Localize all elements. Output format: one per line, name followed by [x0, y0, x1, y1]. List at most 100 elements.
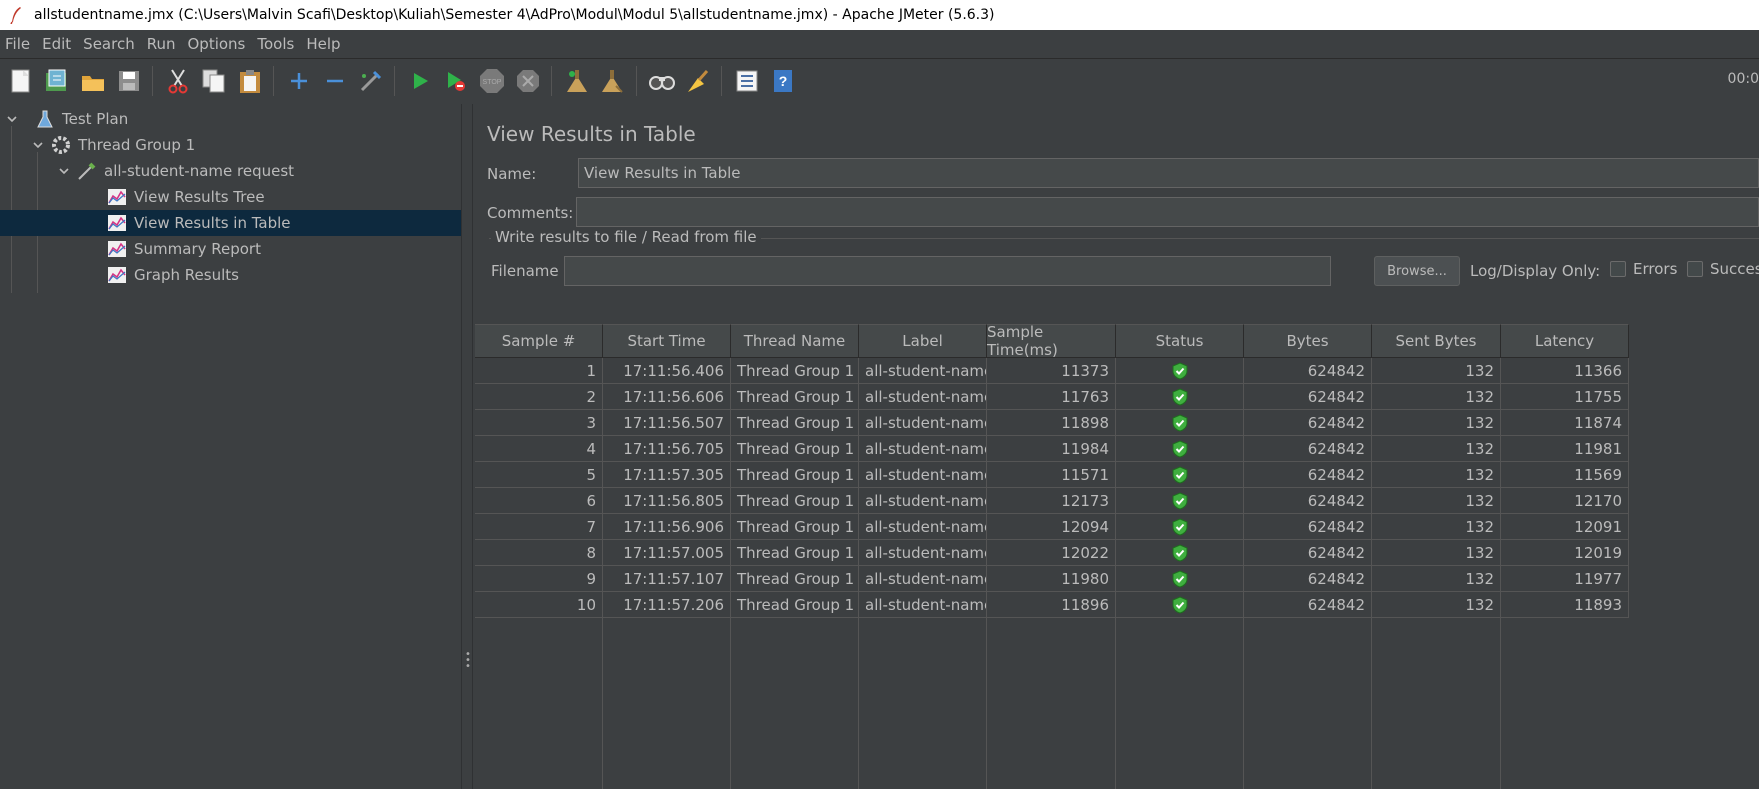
table-cell: Thread Group 1 ... — [731, 488, 859, 514]
table-cell: 17:11:57.206 — [603, 592, 731, 618]
menu-run[interactable]: Run — [141, 35, 182, 53]
column-header[interactable]: Sample Time(ms) — [987, 323, 1116, 359]
table-cell: 12170 — [1501, 488, 1629, 514]
name-label: Name: — [487, 165, 537, 183]
toolbar-separator — [273, 66, 274, 96]
start-no-pauses-icon[interactable] — [441, 66, 471, 96]
menu-tools[interactable]: Tools — [251, 35, 300, 53]
clear-icon[interactable] — [562, 66, 592, 96]
table-cell: 17:11:57.005 — [603, 540, 731, 566]
chart-icon — [106, 238, 128, 260]
chevron-down-icon[interactable] — [4, 111, 20, 127]
toolbar: STOP ? 00:0 — [0, 59, 1759, 103]
table-row[interactable]: 617:11:56.805Thread Group 1 ...all-stude… — [475, 488, 1759, 514]
table-cell: 624842 — [1244, 514, 1372, 540]
toolbar-separator — [394, 66, 395, 96]
function-helper-icon[interactable] — [732, 66, 762, 96]
chevron-down-icon[interactable] — [56, 163, 72, 179]
table-cell: all-student-name... — [859, 462, 987, 488]
tree-item-test-plan[interactable]: Test Plan — [0, 106, 461, 132]
table-row[interactable]: 417:11:56.705Thread Group 1 ...all-stude… — [475, 436, 1759, 462]
reset-search-icon[interactable] — [683, 66, 713, 96]
save-icon[interactable] — [114, 66, 144, 96]
column-header[interactable]: Latency — [1501, 324, 1629, 358]
new-icon[interactable] — [6, 66, 36, 96]
menu-file[interactable]: File — [0, 35, 36, 53]
table-cell: 11569 — [1501, 462, 1629, 488]
table-cell: 17:11:57.305 — [603, 462, 731, 488]
menu-bar: File Edit Search Run Options Tools Help — [0, 30, 1759, 59]
menu-options[interactable]: Options — [181, 35, 251, 53]
table-row[interactable]: 217:11:56.606Thread Group 1 ...all-stude… — [475, 384, 1759, 410]
errors-checkbox[interactable] — [1610, 261, 1626, 277]
tree-item-graph-results[interactable]: Graph Results — [0, 262, 461, 288]
menu-help[interactable]: Help — [300, 35, 346, 53]
successes-checkbox[interactable] — [1687, 261, 1703, 277]
menu-search[interactable]: Search — [77, 35, 141, 53]
table-cell: 132 — [1372, 462, 1501, 488]
tree-item-http-request[interactable]: all-student-name request — [0, 158, 461, 184]
column-header[interactable]: Label — [859, 324, 987, 358]
table-cell: Thread Group 1 ... — [731, 436, 859, 462]
tree-item-view-results-tree[interactable]: View Results Tree — [0, 184, 461, 210]
browse-button[interactable]: Browse... — [1374, 256, 1460, 286]
elapsed-timer: 00:0 — [1727, 71, 1759, 87]
column-header[interactable]: Bytes — [1244, 324, 1372, 358]
cut-icon[interactable] — [163, 66, 193, 96]
column-header[interactable]: Start Time — [603, 324, 731, 358]
errors-label: Errors — [1633, 260, 1678, 278]
table-row[interactable]: 717:11:56.906Thread Group 1 ...all-stude… — [475, 514, 1759, 540]
tree-item-view-results-in-table[interactable]: View Results in Table — [0, 210, 461, 236]
table-cell: all-student-name... — [859, 488, 987, 514]
drag-handle-icon[interactable]: • • • — [465, 650, 471, 672]
chevron-down-icon[interactable] — [30, 137, 46, 153]
menu-edit[interactable]: Edit — [36, 35, 77, 53]
shutdown-icon[interactable] — [513, 66, 543, 96]
tree-item-thread-group[interactable]: Thread Group 1 — [0, 132, 461, 158]
comments-field[interactable] — [576, 197, 1759, 227]
toggle-icon[interactable] — [356, 66, 386, 96]
paste-icon[interactable] — [235, 66, 265, 96]
table-cell: 11977 — [1501, 566, 1629, 592]
templates-icon[interactable] — [42, 66, 72, 96]
table-row[interactable]: 1017:11:57.206Thread Group 1 ...all-stud… — [475, 592, 1759, 618]
clear-all-icon[interactable] — [598, 66, 628, 96]
table-cell: 11373 — [987, 358, 1116, 384]
column-header[interactable]: Thread Name — [731, 324, 859, 358]
flask-icon — [34, 108, 56, 130]
help-icon[interactable]: ? — [768, 66, 798, 96]
toolbar-separator — [721, 66, 722, 96]
start-icon[interactable] — [405, 66, 435, 96]
open-icon[interactable] — [78, 66, 108, 96]
table-cell: 3 — [475, 410, 603, 436]
table-cell: all-student-name... — [859, 592, 987, 618]
tree-item-summary-report[interactable]: Summary Report — [0, 236, 461, 262]
table-row[interactable]: 517:11:57.305Thread Group 1 ...all-stude… — [475, 462, 1759, 488]
table-row[interactable]: 317:11:56.507Thread Group 1 ...all-stude… — [475, 410, 1759, 436]
column-header[interactable]: Status — [1116, 324, 1244, 358]
collapse-icon[interactable] — [320, 66, 350, 96]
table-row[interactable]: 817:11:57.005Thread Group 1 ...all-stude… — [475, 540, 1759, 566]
split-pane-divider[interactable]: • • • — [461, 104, 473, 789]
table-cell: 9 — [475, 566, 603, 592]
name-field[interactable] — [578, 158, 1759, 188]
table-cell: 624842 — [1244, 462, 1372, 488]
table-row[interactable]: 117:11:56.406Thread Group 1 ...all-stude… — [475, 358, 1759, 384]
jmeter-feather-icon — [6, 5, 26, 25]
column-header[interactable]: Sample # — [475, 324, 603, 358]
table-cell: 624842 — [1244, 540, 1372, 566]
svg-text:STOP: STOP — [483, 79, 502, 86]
table-cell: 17:11:56.406 — [603, 358, 731, 384]
stop-icon[interactable]: STOP — [477, 66, 507, 96]
table-cell: 11755 — [1501, 384, 1629, 410]
table-cell: 2 — [475, 384, 603, 410]
column-header[interactable]: Sent Bytes — [1372, 324, 1501, 358]
copy-icon[interactable] — [199, 66, 229, 96]
search-icon[interactable] — [647, 66, 677, 96]
table-row[interactable]: 917:11:57.107Thread Group 1 ...all-stude… — [475, 566, 1759, 592]
filename-field[interactable] — [564, 256, 1331, 286]
table-cell: 17:11:56.606 — [603, 384, 731, 410]
status-success-icon — [1116, 514, 1244, 540]
table-cell: Thread Group 1 ... — [731, 410, 859, 436]
expand-icon[interactable] — [284, 66, 314, 96]
